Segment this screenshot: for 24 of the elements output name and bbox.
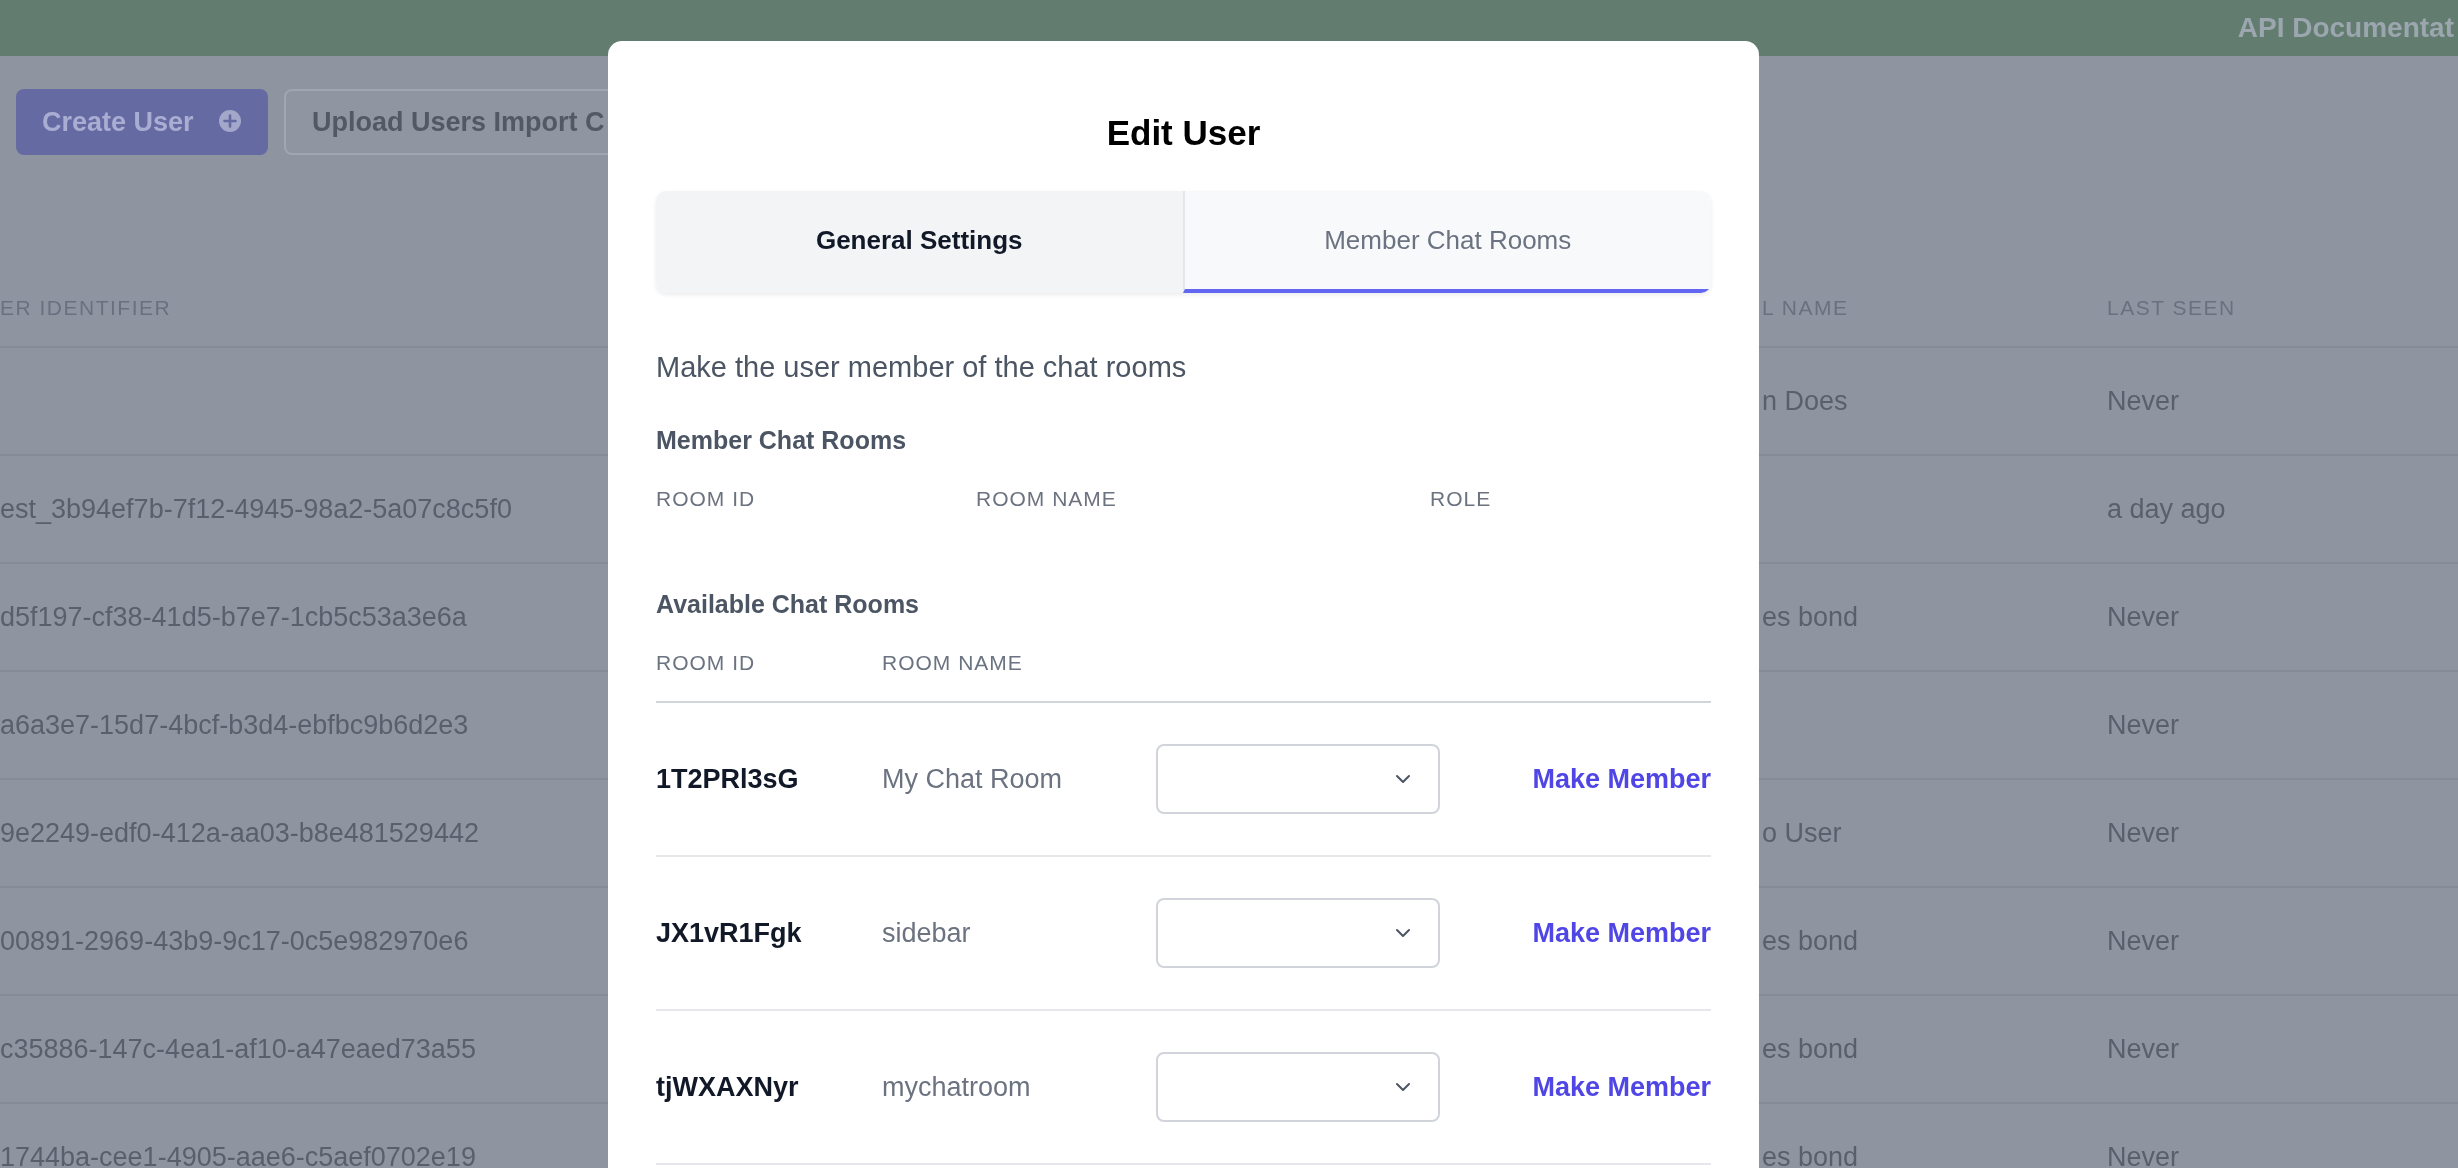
room-id: 1T2PRl3sG (656, 763, 800, 795)
room-name: mychatroom (882, 1071, 1032, 1103)
make-member-link[interactable]: Make Member (1532, 1071, 1711, 1103)
room-name: sidebar (882, 917, 972, 949)
room-id: JX1vR1Fgk (656, 917, 803, 949)
room-id: tjWXAXNyr (656, 1071, 800, 1103)
role-dropdown[interactable] (1156, 898, 1440, 968)
section-heading: Available Chat Rooms (656, 589, 921, 619)
section-heading: Member Chat Rooms (656, 425, 908, 455)
column-header: ROOM ID (656, 651, 757, 675)
role-dropdown[interactable] (1156, 1052, 1440, 1122)
make-member-link[interactable]: Make Member (1532, 763, 1711, 795)
column-header: ROOM NAME (976, 487, 1118, 511)
column-header: ROLE (1430, 487, 1492, 511)
room-name: My Chat Room (882, 763, 1064, 795)
plus-circle-icon (217, 109, 244, 135)
tab[interactable]: General Settings (656, 191, 1183, 293)
make-member-link[interactable]: Make Member (1532, 917, 1711, 949)
column-header: ROOM ID (656, 487, 757, 511)
tab[interactable]: Member Chat Rooms (1182, 191, 1711, 293)
dialog-title: Edit User (1105, 112, 1262, 154)
role-dropdown[interactable] (1156, 744, 1440, 814)
column-header: ROOM NAME (882, 651, 1023, 675)
description-text: Make the user member of the chat rooms (656, 350, 1188, 385)
